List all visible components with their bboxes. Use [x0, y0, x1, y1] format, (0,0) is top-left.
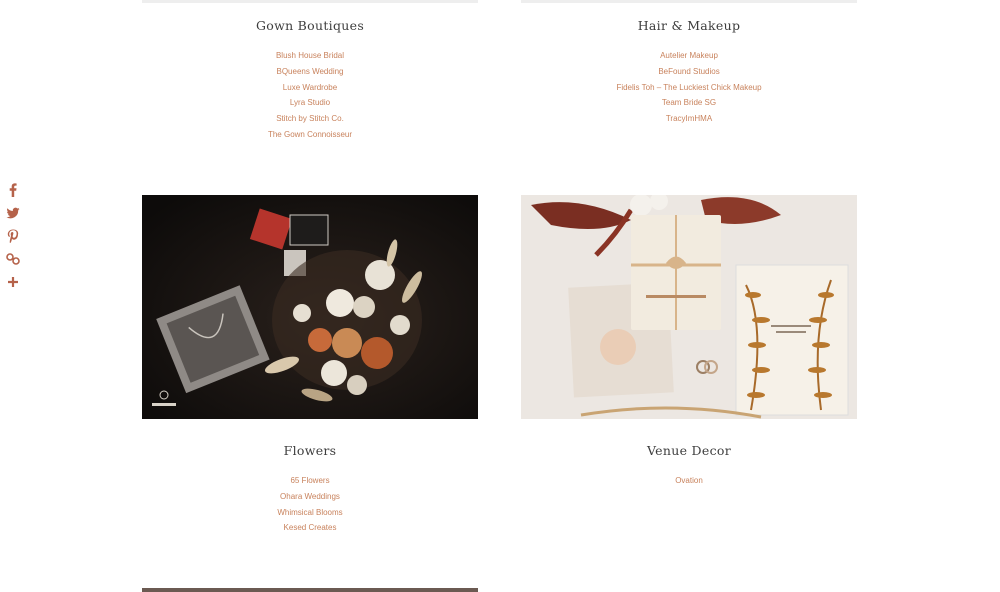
vendor-link[interactable]: Team Bride SG — [662, 98, 716, 107]
list-item: The Gown Connoisseur — [142, 127, 478, 143]
flowers-photo — [142, 195, 478, 419]
vendor-link[interactable]: Ovation — [675, 476, 703, 485]
vendor-link[interactable]: BeFound Studios — [658, 67, 719, 76]
list-item: Lyra Studio — [142, 95, 478, 111]
next-photo-edge — [142, 588, 478, 592]
list-item: 65 Flowers — [142, 473, 478, 489]
list-item: BQueens Wedding — [142, 64, 478, 80]
pinterest-icon[interactable] — [6, 229, 22, 245]
vendor-list: Ovation — [521, 473, 857, 489]
vendor-link[interactable]: 65 Flowers — [290, 476, 329, 485]
list-item: TracyImHMA — [521, 111, 857, 127]
vendor-link[interactable]: Blush House Bridal — [276, 51, 344, 60]
section-title: Hair & Makeup — [637, 18, 741, 33]
previous-photo-edge-right — [521, 0, 857, 3]
venue-decor-photo — [521, 195, 857, 419]
list-item: Ohara Weddings — [142, 489, 478, 505]
previous-photo-edge-left — [142, 0, 478, 3]
section-title: Gown Boutiques — [255, 18, 365, 33]
vendor-link[interactable]: Ohara Weddings — [280, 492, 340, 501]
copy-link-icon[interactable] — [6, 252, 22, 268]
vendor-link[interactable]: Kesed Creates — [284, 523, 337, 532]
flowers-section: Flowers 65 Flowers Ohara Weddings Whimsi… — [142, 443, 478, 536]
venue-decor-section: Venue Decor Ovation — [521, 443, 857, 489]
vendor-link[interactable]: Lyra Studio — [290, 98, 330, 107]
vendor-list: 65 Flowers Ohara Weddings Whimsical Bloo… — [142, 473, 478, 536]
invitation-image — [521, 195, 857, 419]
list-item: Fidelis Toh – The Luckiest Chick Makeup — [521, 80, 857, 96]
list-item: Team Bride SG — [521, 95, 857, 111]
vendor-link[interactable]: Luxe Wardrobe — [283, 83, 337, 92]
vendor-link[interactable]: Autelier Makeup — [660, 51, 718, 60]
vendor-link[interactable]: BQueens Wedding — [276, 67, 343, 76]
vendor-list: Autelier Makeup BeFound Studios Fidelis … — [521, 48, 857, 127]
list-item: Kesed Creates — [142, 520, 478, 536]
list-item: Autelier Makeup — [521, 48, 857, 64]
section-title: Venue Decor — [647, 443, 731, 458]
list-item: Ovation — [521, 473, 857, 489]
hair-makeup-section: Hair & Makeup Autelier Makeup BeFound St… — [521, 18, 857, 127]
list-item: Whimsical Blooms — [142, 505, 478, 521]
more-icon[interactable] — [6, 275, 22, 291]
bouquet-image — [142, 195, 478, 419]
list-item: Blush House Bridal — [142, 48, 478, 64]
vendor-link[interactable]: TracyImHMA — [666, 114, 712, 123]
list-item: Stitch by Stitch Co. — [142, 111, 478, 127]
vendor-link[interactable]: The Gown Connoisseur — [268, 130, 352, 139]
gown-boutiques-section: Gown Boutiques Blush House Bridal BQueen… — [142, 18, 478, 143]
twitter-icon[interactable] — [6, 206, 22, 222]
vendor-link[interactable]: Stitch by Stitch Co. — [276, 114, 344, 123]
section-title: Flowers — [283, 443, 337, 458]
vendor-list: Blush House Bridal BQueens Wedding Luxe … — [142, 48, 478, 143]
vendor-link[interactable]: Whimsical Blooms — [277, 508, 342, 517]
list-item: BeFound Studios — [521, 64, 857, 80]
share-bar — [6, 183, 22, 298]
list-item: Luxe Wardrobe — [142, 80, 478, 96]
facebook-icon[interactable] — [6, 183, 22, 199]
vendor-link[interactable]: Fidelis Toh – The Luckiest Chick Makeup — [616, 83, 761, 92]
